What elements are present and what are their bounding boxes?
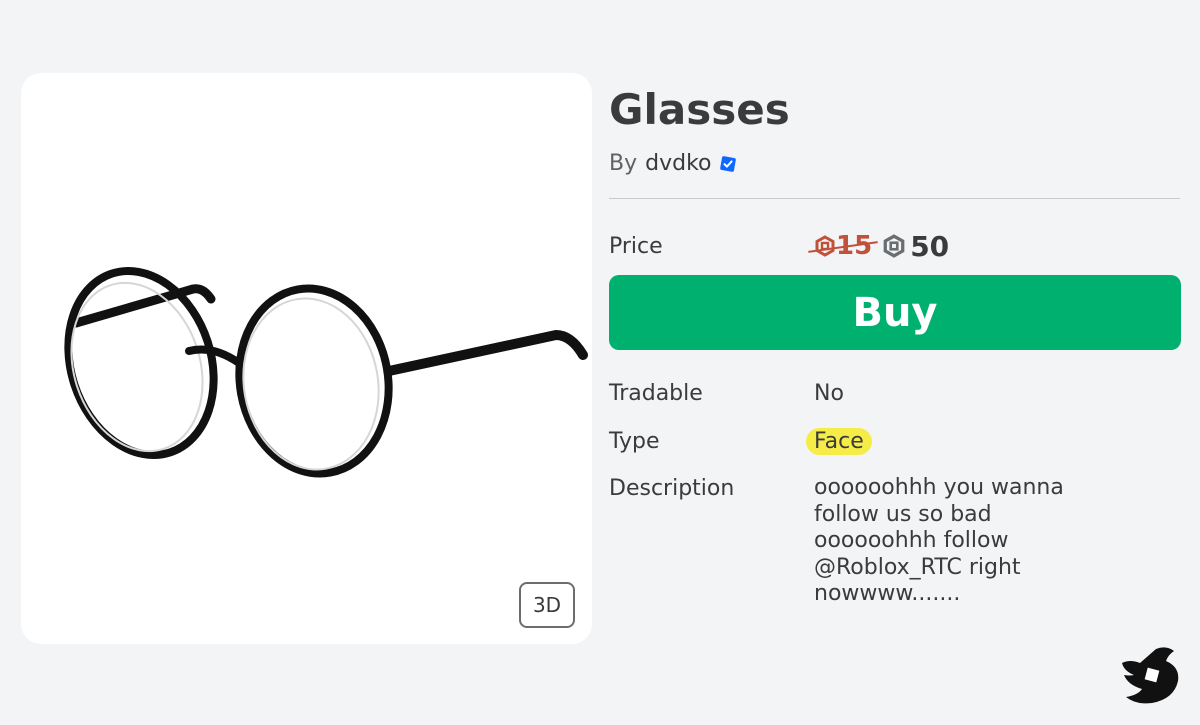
verified-badge-icon — [719, 156, 736, 172]
item-details-panel: Glasses By dvdko Price 15 — [609, 80, 1181, 608]
description-label: Description — [609, 476, 735, 501]
description-line: follow us so bad — [814, 501, 992, 527]
item-title: Glasses — [609, 85, 790, 134]
buy-button-label: Buy — [852, 289, 938, 336]
robux-icon — [883, 234, 905, 258]
item-thumbnail-card: 3D — [21, 73, 592, 644]
description-line: @Roblox_RTC right — [814, 554, 1021, 580]
description-text: oooooohhh you wanna follow us so bad ooo… — [814, 475, 1114, 608]
view-3d-button[interactable]: 3D — [519, 582, 575, 628]
description-line: nowwww....... — [814, 581, 961, 606]
rtc-logo-icon — [1122, 647, 1179, 704]
buy-button[interactable]: Buy — [609, 275, 1181, 350]
original-price: 15 — [808, 231, 878, 261]
type-label: Type — [609, 429, 660, 454]
tradable-row: Tradable No — [609, 380, 1180, 407]
price-label: Price — [609, 233, 663, 259]
creator-link[interactable]: dvdko — [645, 146, 711, 182]
robux-icon — [815, 235, 835, 257]
description-line: oooooohhh you wanna — [814, 475, 1064, 500]
creator-prefix: By — [609, 151, 638, 176]
divider — [609, 198, 1180, 199]
type-row: Type Face — [609, 428, 1180, 455]
description-row: Description oooooohhh you wanna follow u… — [609, 475, 1180, 608]
type-value[interactable]: Face — [806, 428, 872, 455]
glasses-thumbnail-image — [64, 267, 588, 478]
creator-row: By dvdko — [609, 146, 1180, 182]
type-value-wrap: Face — [806, 428, 1114, 455]
tradable-value: No — [814, 381, 844, 406]
description-line: oooooohhh follow — [814, 528, 1009, 553]
current-price: 50 — [882, 230, 949, 263]
view-3d-label: 3D — [532, 593, 562, 617]
tradable-label: Tradable — [609, 381, 703, 406]
price-row: Price 15 50 — [609, 229, 1180, 263]
price-values: 15 50 — [808, 230, 949, 263]
current-price-value: 50 — [910, 229, 950, 263]
